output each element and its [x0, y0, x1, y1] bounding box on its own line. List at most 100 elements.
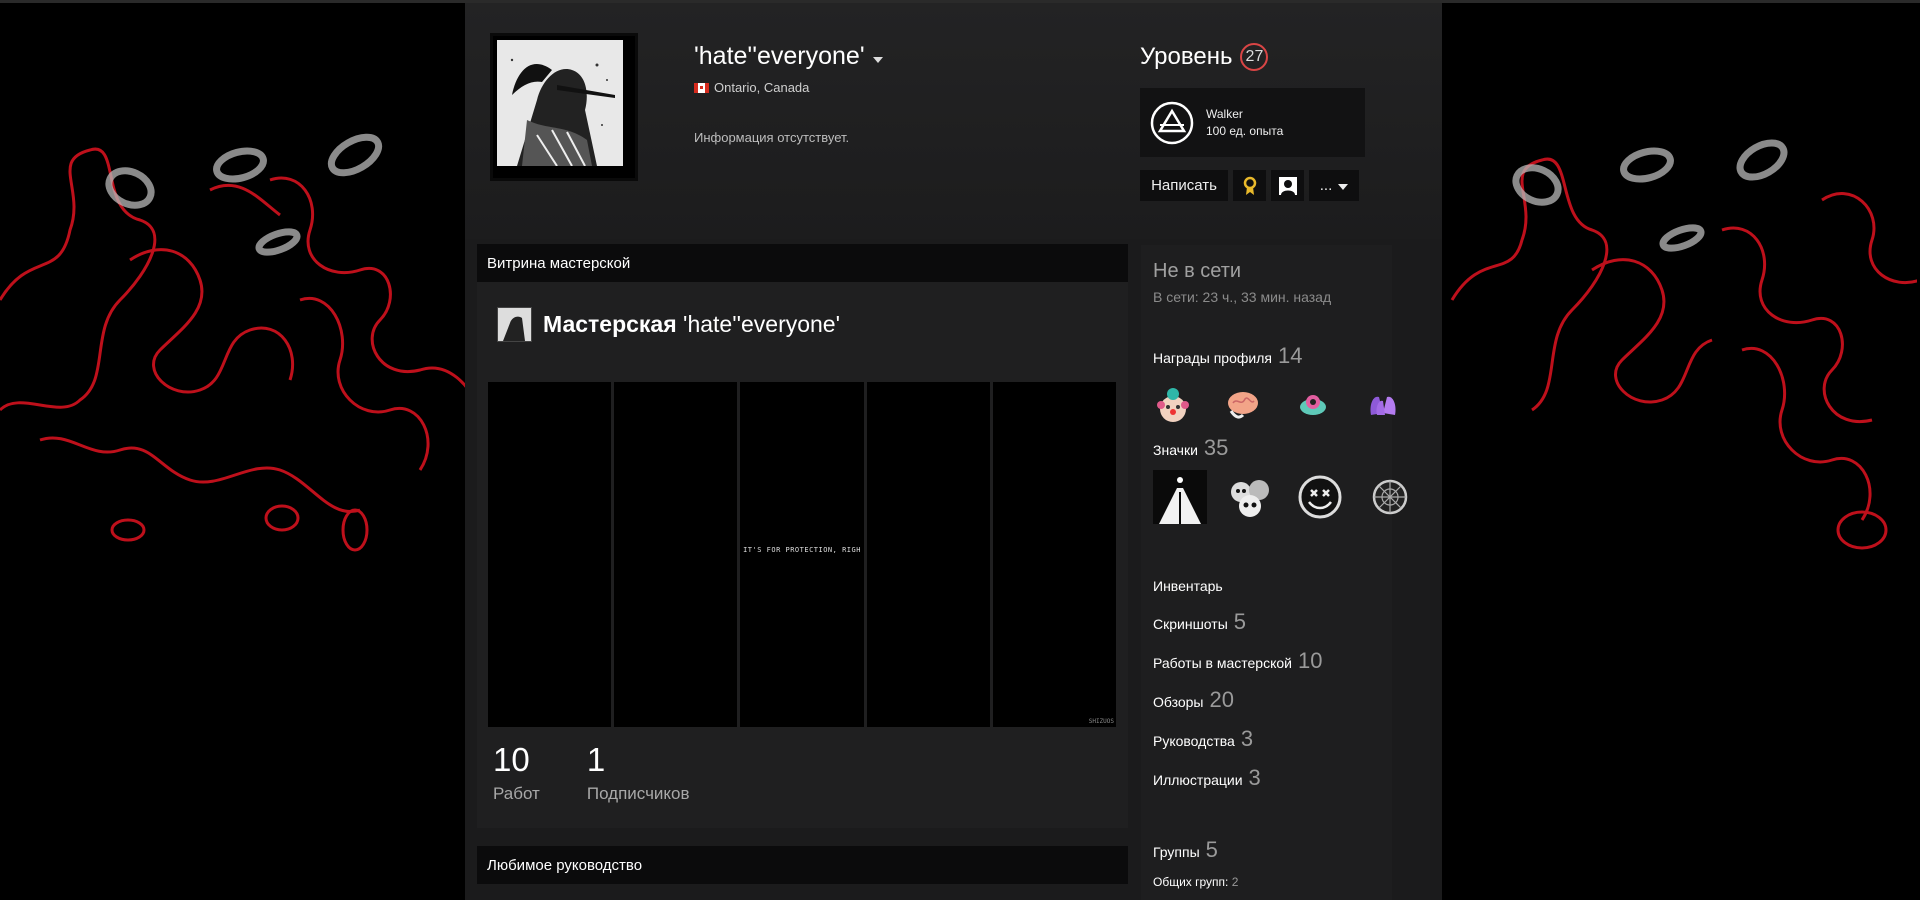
badge-smiley-image [1298, 475, 1342, 519]
badges-link[interactable]: Значки 35 [1153, 435, 1228, 461]
badge-info: Walker 100 ед. опыта [1206, 106, 1283, 140]
award-icon [1243, 176, 1256, 195]
image-watermark: SHIZUOS [1088, 718, 1115, 725]
award-brain-image [1228, 392, 1258, 419]
guides-label: Руководства [1153, 733, 1235, 749]
badge-xp: 100 ед. опыта [1206, 123, 1284, 138]
profile-awards-link[interactable]: Награды профиля 14 [1153, 343, 1302, 369]
awards-count: 14 [1277, 343, 1303, 368]
profile-header: 'hate''everyone' Ontario, Canada Информа… [465, 3, 1442, 239]
screenshots-label: Скриншоты [1153, 616, 1228, 632]
walker-badge-icon [1150, 101, 1194, 144]
common-groups-count: 2 [1231, 875, 1239, 889]
common-groups: Общих групп: 2 [1153, 875, 1238, 889]
inventory-label: Инвентарь [1153, 578, 1223, 594]
award-eye-image [1300, 395, 1326, 415]
badge-web-icon[interactable] [1363, 470, 1433, 524]
workshop-item-images[interactable]: IT'S FOR PROTECTION, RIGH SHIZUOS [488, 382, 1117, 727]
online-status: Не в сети [1153, 260, 1242, 282]
stat-value: 10 [493, 741, 530, 778]
screenshots-link[interactable]: Скриншоты 5 [1153, 609, 1246, 635]
add-friend-button[interactable] [1271, 170, 1304, 201]
guides-count: 3 [1240, 726, 1254, 751]
profile-page: 'hate''everyone' Ontario, Canada Информа… [465, 3, 1442, 900]
badge-road-icon[interactable] [1153, 470, 1223, 524]
more-actions-button[interactable]: ... [1309, 170, 1359, 201]
artwork-label: Иллюстрации [1153, 772, 1243, 788]
stat-followers[interactable]: 1 Подписчиков [587, 742, 690, 804]
workshop-showcase-title: Витрина мастерской [477, 244, 1128, 282]
avatar[interactable] [490, 33, 638, 181]
badge-name: Walker [1206, 106, 1243, 121]
stat-value: 1 [586, 741, 606, 778]
workshop-stats: 10 Работ 1 Подписчиков [493, 742, 690, 804]
badge-skulls-image [1231, 480, 1269, 517]
avatar-image [497, 40, 623, 166]
image-caption: IT'S FOR PROTECTION, RIGH [743, 546, 861, 554]
reviews-label: Обзоры [1153, 694, 1204, 710]
badge-web-image [1372, 479, 1408, 515]
chevron-down-icon [1338, 183, 1349, 190]
guides-link[interactable]: Руководства 3 [1153, 726, 1253, 752]
award-button[interactable] [1233, 170, 1266, 201]
last-online: В сети: 23 ч., 33 мин. назад [1153, 289, 1332, 305]
workshop-image-4[interactable] [866, 382, 990, 727]
level-badge[interactable]: 27 [1240, 43, 1269, 71]
workshop-avatar-image [498, 308, 531, 341]
groups-link[interactable]: Группы 5 [1153, 837, 1218, 863]
workshop-items-link[interactable]: Работы в мастерской 10 [1153, 648, 1322, 674]
award-eye-icon[interactable] [1293, 378, 1363, 432]
favorite-badge[interactable]: Walker 100 ед. опыта [1140, 88, 1365, 157]
workshop-image-5[interactable]: SHIZUOS [992, 382, 1117, 727]
badges-row [1153, 470, 1433, 524]
location-text: Ontario, Canada [714, 80, 810, 95]
awards-row [1153, 378, 1433, 432]
badge-road-image [1153, 470, 1207, 524]
screenshots-count: 5 [1233, 609, 1247, 634]
award-hands-image [1370, 396, 1396, 415]
workshop-avatar [497, 307, 532, 342]
badge-smiley-icon[interactable] [1293, 470, 1363, 524]
more-label: ... [1319, 177, 1333, 194]
profile-location: Ontario, Canada [694, 80, 809, 95]
groups-label: Группы [1153, 844, 1200, 860]
workshop-image-3[interactable]: IT'S FOR PROTECTION, RIGH [740, 382, 864, 727]
awards-label: Награды профиля [1153, 350, 1272, 366]
reviews-count: 20 [1209, 687, 1234, 712]
award-hands-icon[interactable] [1363, 378, 1433, 432]
workshop-image-1[interactable] [488, 382, 612, 727]
background-art-right [1442, 0, 1917, 900]
inventory-link[interactable]: Инвентарь [1153, 578, 1223, 594]
write-message-button[interactable]: Написать [1140, 170, 1228, 201]
groups-count: 5 [1205, 837, 1218, 862]
award-clown-image [1157, 388, 1189, 422]
workshop-heading-bold: Мастерская [543, 311, 677, 337]
level-header: Уровень 27 [1140, 43, 1269, 71]
stat-label: Подписчиков [586, 784, 690, 803]
level-label: Уровень [1140, 43, 1233, 70]
workshop-items-label: Работы в мастерской [1153, 655, 1292, 671]
award-clown-icon[interactable] [1153, 378, 1223, 432]
common-groups-label: Общих групп: [1153, 875, 1229, 889]
profile-actions: Написать ... [1140, 170, 1359, 201]
background-art-left [0, 0, 475, 900]
artwork-link[interactable]: Иллюстрации 3 [1153, 765, 1261, 791]
badges-label: Значки [1153, 442, 1198, 458]
workshop-heading-name: 'hate''everyone' [683, 311, 840, 337]
profile-summary: Информация отсутствует. [694, 130, 850, 145]
workshop-showcase: Мастерская 'hate''everyone' IT'S FOR PRO… [477, 282, 1128, 828]
award-brain-icon[interactable] [1223, 378, 1293, 432]
badge-skulls-icon[interactable] [1223, 470, 1293, 524]
chevron-down-icon[interactable] [872, 56, 883, 63]
stat-label: Работ [493, 784, 540, 803]
stat-items[interactable]: 10 Работ [493, 742, 540, 804]
workshop-heading[interactable]: Мастерская 'hate''everyone' [497, 307, 840, 342]
canada-flag-icon [694, 82, 709, 93]
artwork-count: 3 [1248, 765, 1261, 790]
persona-name-text: 'hate''everyone' [694, 42, 865, 70]
persona-name[interactable]: 'hate''everyone' [694, 42, 883, 71]
reviews-link[interactable]: Обзоры 20 [1153, 687, 1234, 713]
favorite-guide-title: Любимое руководство [477, 846, 1128, 884]
workshop-image-2[interactable] [614, 382, 738, 727]
badges-count: 35 [1203, 435, 1229, 460]
